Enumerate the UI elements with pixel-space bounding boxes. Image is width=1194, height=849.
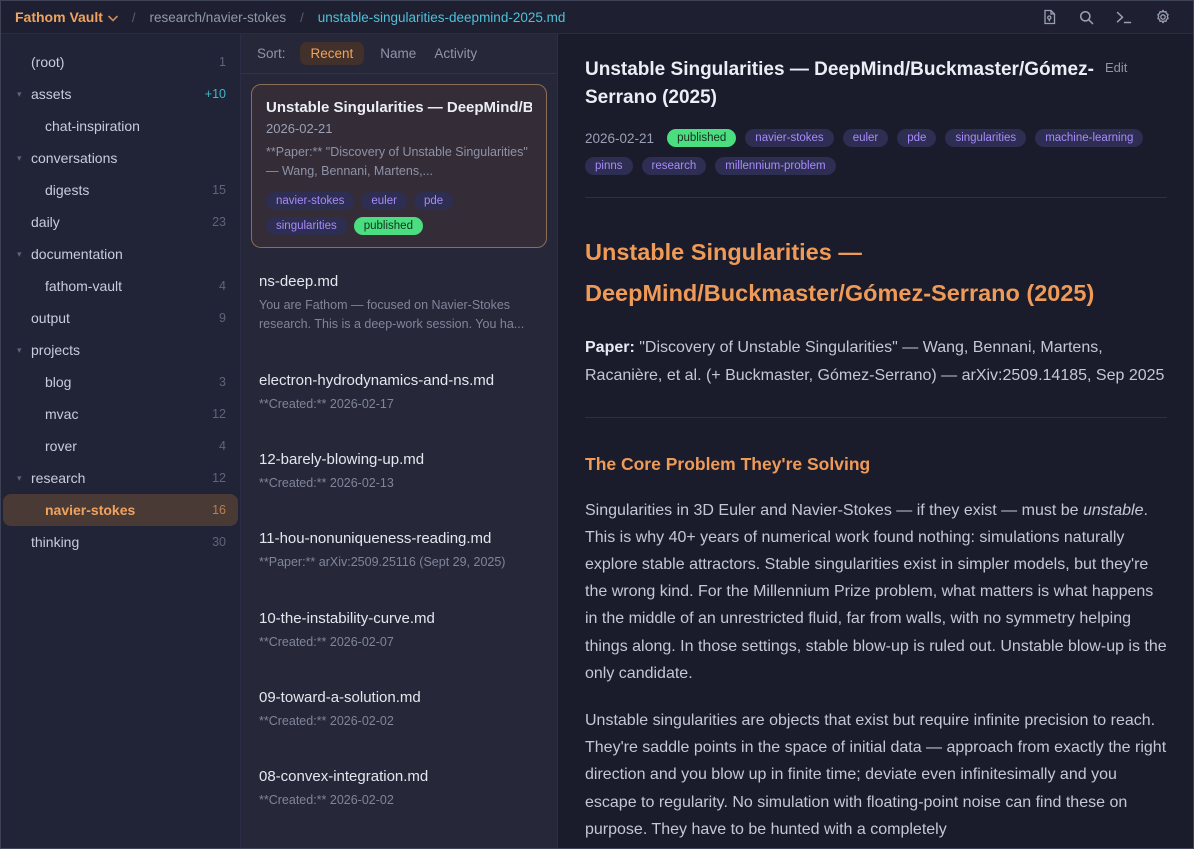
list-item[interactable]: 11-hou-nonuniqueness-reading.md **Paper:… [251, 519, 547, 584]
sort-bar: Sort: Recent Name Activity [241, 34, 557, 74]
breadcrumb-file[interactable]: unstable-singularities-deepmind-2025.md [318, 10, 566, 25]
folder-count: 23 [212, 215, 226, 229]
note-card-title: Unstable Singularities — DeepMind/Buckma… [266, 99, 532, 116]
folder-count: 3 [219, 375, 226, 389]
folder-count: 15 [212, 183, 226, 197]
tag[interactable]: pde [897, 129, 936, 147]
folder-count: 30 [212, 535, 226, 549]
breadcrumb-separator: / [128, 10, 140, 25]
sidebar-item-output[interactable]: output 9 [3, 302, 238, 334]
breadcrumb-separator: / [296, 10, 308, 25]
tag[interactable]: navier-stokes [745, 129, 833, 147]
topbar-actions [1042, 9, 1179, 25]
tag[interactable]: euler [361, 192, 407, 210]
content-heading-2: The Core Problem They're Solving [585, 454, 1167, 475]
folder-count: 9 [219, 311, 226, 325]
sidebar-item-mvac[interactable]: mvac 12 [3, 398, 238, 430]
list-item[interactable]: 09-toward-a-solution.md **Created:** 202… [251, 678, 547, 743]
status-badge: published [667, 129, 736, 147]
collapse-triangle-icon[interactable]: ▾ [17, 249, 31, 260]
sidebar-item-daily[interactable]: daily 23 [3, 206, 238, 238]
folder-count: 12 [212, 471, 226, 485]
sidebar-item-documentation[interactable]: ▾ documentation [3, 238, 238, 270]
tag[interactable]: pinns [585, 157, 633, 175]
note-card-tags: navier-stokes euler pde singularities pu… [266, 192, 532, 235]
page-title: Unstable Singularities — DeepMind/Buckma… [585, 56, 1105, 111]
sort-option-recent[interactable]: Recent [300, 42, 365, 65]
chevron-down-icon [108, 15, 118, 22]
tag[interactable]: millennium-problem [715, 157, 835, 175]
sidebar-item-chat-inspiration[interactable]: chat-inspiration [3, 110, 238, 142]
list-item[interactable]: electron-hydrodynamics-and-ns.md **Creat… [251, 361, 547, 426]
tag[interactable]: euler [843, 129, 889, 147]
document-pane[interactable]: Unstable Singularities — DeepMind/Buckma… [558, 34, 1193, 848]
document-header: Unstable Singularities — DeepMind/Buckma… [585, 56, 1167, 198]
note-list-panel: Sort: Recent Name Activity Unstable Sing… [241, 34, 558, 848]
app-body: (root) 1 ▾ assets +10 chat-inspiration ▾… [1, 34, 1193, 848]
note-card-date: 2026-02-21 [266, 121, 532, 136]
sidebar-item-navier-stokes[interactable]: navier-stokes 16 [3, 494, 238, 526]
tag[interactable]: navier-stokes [266, 192, 354, 210]
sidebar-item-blog[interactable]: blog 3 [3, 366, 238, 398]
list-item[interactable]: 12-barely-blowing-up.md **Created:** 202… [251, 440, 547, 505]
paper-paragraph: Paper: "Discovery of Unstable Singularit… [585, 334, 1167, 388]
sort-option-activity[interactable]: Activity [432, 42, 479, 65]
paper-label: Paper: [585, 339, 635, 356]
sort-label: Sort: [257, 46, 286, 61]
breadcrumb-folder[interactable]: research/navier-stokes [150, 10, 287, 25]
list-item[interactable]: ns-deep.md You are Fathom — focused on N… [251, 262, 547, 347]
document-meta: 2026-02-21 published navier-stokes euler… [585, 129, 1165, 175]
top-bar: Fathom Vault / research/navier-stokes / … [1, 1, 1193, 34]
app-window: Fathom Vault / research/navier-stokes / … [0, 0, 1194, 849]
folder-count: +10 [205, 87, 226, 101]
collapse-triangle-icon[interactable]: ▾ [17, 345, 31, 356]
content-heading-1: Unstable Singularities — DeepMind/Buckma… [585, 232, 1160, 314]
sort-option-name[interactable]: Name [378, 42, 418, 65]
sidebar-item-research[interactable]: ▾ research 12 [3, 462, 238, 494]
tag[interactable]: singularities [266, 217, 347, 235]
tag[interactable]: pde [414, 192, 453, 210]
list-item[interactable]: 00-overview.md **Started:** 2026-01-30 [251, 837, 547, 848]
tag[interactable]: singularities [945, 129, 1026, 147]
tag[interactable]: research [642, 157, 707, 175]
collapse-triangle-icon[interactable]: ▾ [17, 153, 31, 164]
sidebar-item-projects[interactable]: ▾ projects [3, 334, 238, 366]
sidebar-item-digests[interactable]: digests 15 [3, 174, 238, 206]
list-item[interactable]: 08-convex-integration.md **Created:** 20… [251, 757, 547, 822]
body-paragraph: Singularities in 3D Euler and Navier-Sto… [585, 497, 1167, 687]
list-item[interactable]: 10-the-instability-curve.md **Created:**… [251, 599, 547, 664]
sidebar-item-conversations[interactable]: ▾ conversations [3, 142, 238, 174]
note-export-icon[interactable] [1042, 9, 1057, 25]
body-paragraph: Unstable singularities are objects that … [585, 707, 1167, 843]
folder-count: 12 [212, 407, 226, 421]
folder-count: 1 [219, 55, 226, 69]
search-icon[interactable] [1079, 10, 1094, 25]
folder-count: 4 [219, 439, 226, 453]
sidebar-item-thinking[interactable]: thinking 30 [3, 526, 238, 558]
note-card-preview: **Paper:** "Discovery of Unstable Singul… [266, 143, 532, 182]
folder-sidebar: (root) 1 ▾ assets +10 chat-inspiration ▾… [1, 34, 241, 848]
folder-count: 4 [219, 279, 226, 293]
sidebar-item-rover[interactable]: rover 4 [3, 430, 238, 462]
note-card-selected[interactable]: Unstable Singularities — DeepMind/Buckma… [251, 84, 547, 248]
terminal-icon[interactable] [1116, 11, 1133, 24]
document-content: Unstable Singularities — DeepMind/Buckma… [585, 198, 1167, 843]
sidebar-item-assets[interactable]: ▾ assets +10 [3, 78, 238, 110]
document-date: 2026-02-21 [585, 131, 654, 146]
tag[interactable]: machine-learning [1035, 129, 1143, 147]
vault-name: Fathom Vault [15, 9, 103, 25]
sidebar-item-root[interactable]: (root) 1 [3, 46, 238, 78]
sidebar-item-fathom-vault[interactable]: fathom-vault 4 [3, 270, 238, 302]
section-divider [585, 417, 1167, 418]
vault-switcher[interactable]: Fathom Vault [15, 9, 118, 25]
folder-count: 16 [212, 503, 226, 517]
status-badge: published [354, 217, 423, 235]
edit-button[interactable]: Edit [1105, 60, 1127, 75]
settings-gear-icon[interactable] [1155, 9, 1171, 25]
collapse-triangle-icon[interactable]: ▾ [17, 473, 31, 484]
collapse-triangle-icon[interactable]: ▾ [17, 89, 31, 100]
note-list[interactable]: Unstable Singularities — DeepMind/Buckma… [241, 74, 557, 848]
